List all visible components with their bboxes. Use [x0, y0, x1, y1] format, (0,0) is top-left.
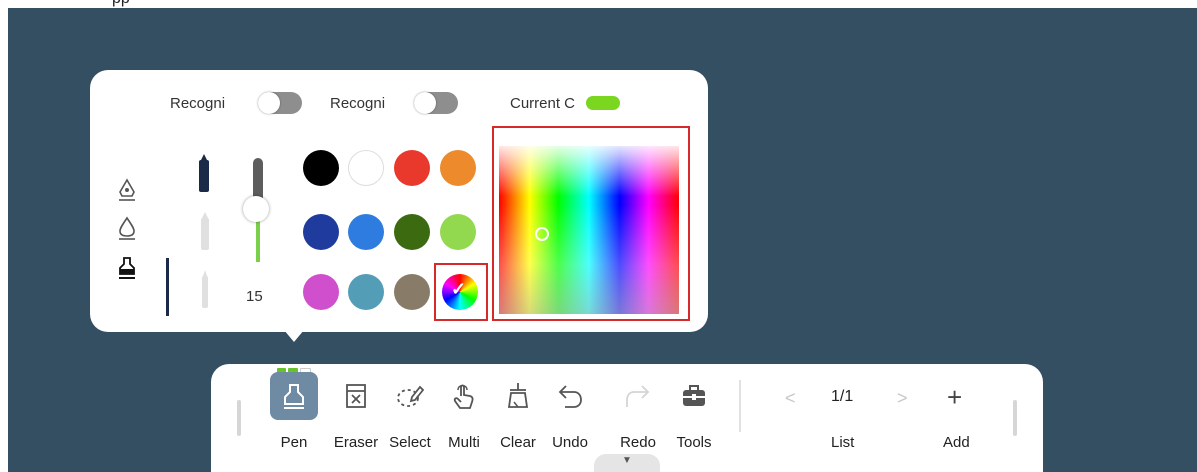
highlighter-icon[interactable] [116, 256, 138, 280]
color-swatch-blue[interactable] [348, 214, 384, 250]
toolbar-left-handle[interactable] [237, 400, 241, 436]
redo-icon [626, 385, 650, 407]
current-color-toggle-row: Current C [510, 92, 620, 114]
tool-label: Tools [676, 434, 712, 451]
toggle-label: Recogni [330, 94, 386, 112]
recognize-shape-toggle[interactable] [258, 92, 302, 114]
toolbar-multi-button[interactable]: Multi [437, 372, 491, 468]
page-indicator: 1/1 [831, 388, 854, 405]
toolbar-eraser-button[interactable]: Eraser [329, 372, 383, 468]
multi-touch-icon [453, 384, 474, 409]
marker-icon[interactable] [116, 216, 138, 240]
pen-size-small-icon[interactable] [201, 270, 209, 308]
recognize-text-toggle[interactable] [414, 92, 458, 114]
clear-icon [507, 383, 529, 408]
recognize-shape-toggle-row: Recogni [170, 92, 302, 114]
toolbar-pen-button[interactable]: Pen [267, 372, 321, 468]
collapse-toolbar-button[interactable]: ▼ [594, 454, 660, 472]
toolbar-divider [739, 380, 741, 432]
top-text-fragment: pp [0, 0, 1197, 8]
next-page-button[interactable]: > [897, 388, 908, 409]
color-swatch-magenta[interactable] [303, 274, 339, 310]
color-swatch-navy[interactable] [303, 214, 339, 250]
lasso-icon [397, 385, 425, 407]
pen-size-medium-icon[interactable] [200, 212, 210, 250]
eraser-icon [346, 384, 366, 408]
add-page-button[interactable]: Add [943, 434, 970, 451]
color-swatch-orange[interactable] [440, 150, 476, 186]
tool-label: Undo [552, 434, 588, 451]
popup-pointer [284, 330, 304, 342]
color-swatch-white[interactable] [348, 150, 384, 186]
tool-label: Clear [500, 434, 536, 451]
color-swatch-light-green[interactable] [440, 214, 476, 250]
pen-size-large-icon[interactable] [198, 154, 210, 192]
tool-label: Multi [448, 434, 480, 451]
tool-label: Pen [280, 434, 308, 451]
color-wheel-icon[interactable] [442, 274, 478, 310]
fountain-pen-icon[interactable] [116, 178, 138, 202]
tool-label: Eraser [333, 434, 379, 451]
size-slider-thumb[interactable] [243, 196, 269, 222]
pen-icon [284, 384, 304, 409]
color-spectrum-shade [499, 146, 679, 314]
prev-page-button[interactable]: < [785, 388, 796, 409]
pen-size-value: 15 [246, 288, 263, 305]
color-swatch-teal[interactable] [348, 274, 384, 310]
tool-label: Select [389, 434, 431, 451]
toggle-label: Recogni [170, 94, 226, 112]
toolbar-right-handle[interactable] [1013, 400, 1017, 436]
toolbar-select-button[interactable]: Select [383, 372, 437, 468]
color-swatch-dark-green[interactable] [394, 214, 430, 250]
recognize-text-toggle-row: Recogni [330, 92, 458, 114]
toolbar-undo-button[interactable]: Undo [543, 372, 597, 468]
toolbar-clear-button[interactable]: Clear [491, 372, 545, 468]
color-swatch-taupe[interactable] [394, 274, 430, 310]
tool-label: Redo [620, 434, 656, 451]
list-button[interactable]: List [831, 434, 854, 451]
toolbar-tools-button[interactable]: Tools [667, 372, 721, 468]
color-picker-cursor[interactable] [535, 227, 549, 241]
bottom-toolbar: Pen Eraser Select Multi Clear Undo Redo … [211, 364, 1043, 472]
pen-settings-popup: Recogni Recogni Current C 15 [90, 70, 708, 332]
toggle-label: Current C [510, 94, 576, 112]
current-color-indicator[interactable] [586, 96, 620, 110]
undo-icon [558, 385, 582, 408]
color-swatch-red[interactable] [394, 150, 430, 186]
toolbox-icon [683, 385, 705, 406]
add-icon[interactable]: + [947, 382, 962, 413]
selected-pen-indicator [166, 258, 169, 316]
color-swatch-black[interactable] [303, 150, 339, 186]
